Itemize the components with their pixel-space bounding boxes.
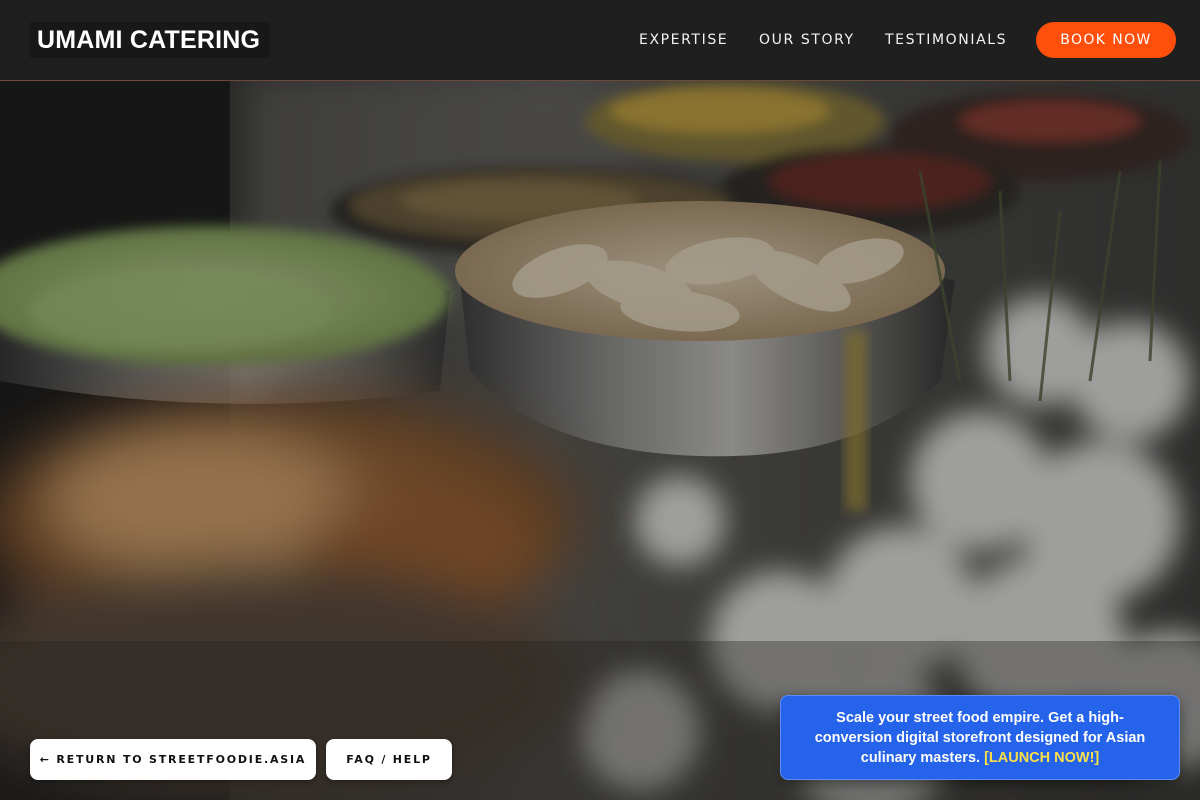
hero-section bbox=[0, 81, 1200, 800]
hero-dark-overlay bbox=[0, 81, 1200, 800]
nav-link-testimonials[interactable]: TESTIMONIALS bbox=[885, 30, 1007, 50]
nav-link-expertise[interactable]: EXPERTISE bbox=[639, 30, 728, 50]
brand-logo[interactable]: UMAMI CATERING bbox=[30, 22, 271, 58]
book-now-button[interactable]: BOOK NOW bbox=[1036, 22, 1176, 58]
faq-help-button[interactable]: FAQ / HELP bbox=[326, 739, 452, 780]
site-header: UMAMI CATERING EXPERTISE OUR STORY TESTI… bbox=[0, 0, 1200, 81]
launch-now-link[interactable]: [LAUNCH NOW!] bbox=[984, 750, 1099, 766]
return-to-streetfoodie-button[interactable]: ← RETURN TO STREETFOODIE.ASIA bbox=[30, 739, 316, 780]
promo-banner[interactable]: Scale your street food empire. Get a hig… bbox=[780, 695, 1180, 780]
nav-link-our-story[interactable]: OUR STORY bbox=[759, 30, 855, 50]
